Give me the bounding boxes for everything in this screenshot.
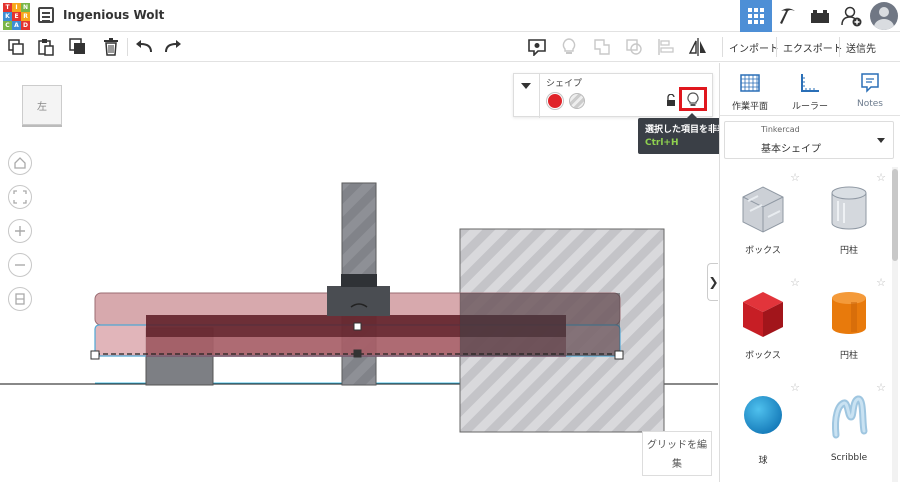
favorite-star-icon[interactable]: ☆: [790, 381, 800, 394]
tab-notes-label: Notes: [857, 99, 883, 109]
grid-view-icon[interactable]: [740, 0, 772, 32]
chevron-down-icon: [877, 138, 885, 143]
lock-icon[interactable]: [666, 93, 676, 109]
center-handle: [353, 349, 362, 358]
zoom-in-icon[interactable]: [8, 219, 32, 243]
shape-red-box[interactable]: ☆ ボックス: [720, 272, 806, 382]
logo-letter: A: [12, 21, 21, 30]
align-icon[interactable]: [656, 37, 676, 57]
transparent-box-icon: [742, 186, 784, 233]
tab-workplane-label: 作業平面: [731, 102, 768, 112]
copy-icon[interactable]: [6, 37, 26, 57]
shape-name: ボックス: [745, 351, 781, 361]
blue-sphere-icon: [744, 396, 782, 434]
pickaxe-icon[interactable]: [772, 0, 804, 32]
logo-letter: I: [12, 3, 21, 12]
tab-workplane[interactable]: 作業平面: [720, 63, 780, 115]
inspector-title: シェイプ: [546, 79, 583, 89]
shape-orange-cylinder[interactable]: ☆ 円柱: [806, 272, 892, 382]
mirror-icon[interactable]: [688, 37, 708, 57]
panel-tabs: 作業平面 ルーラー Notes: [720, 63, 900, 116]
library-category: Tinkercad: [761, 125, 800, 134]
logo-letter: R: [21, 12, 30, 21]
favorite-star-icon[interactable]: ☆: [790, 171, 800, 184]
shape-name: 円柱: [839, 246, 858, 256]
logo-letter: K: [3, 12, 12, 21]
workplane-canvas[interactable]: 左 グリッドを編集 ❯: [0, 63, 718, 482]
resize-handle-left: [90, 350, 100, 360]
transparent-cylinder-icon: [831, 186, 867, 230]
lightbulb-icon[interactable]: [559, 37, 579, 57]
scribble-icon: [832, 395, 868, 439]
library-value: 基本シェイプ: [761, 144, 821, 155]
overlap-shade: [460, 293, 620, 356]
shape-scribble[interactable]: ☆ Scribble: [806, 377, 892, 482]
delete-icon[interactable]: [101, 37, 121, 57]
lightbulb-icon: [687, 91, 699, 106]
collapse-inspector-icon[interactable]: [521, 83, 531, 89]
undo-icon[interactable]: [134, 37, 154, 57]
tab-ruler-label: ルーラー: [791, 102, 828, 112]
rotate-handle-cap: [341, 274, 377, 287]
send-to-button[interactable]: 送信先: [839, 37, 882, 57]
tab-notes[interactable]: Notes: [840, 63, 900, 115]
ungroup-icon[interactable]: [624, 37, 644, 57]
view-cube[interactable]: 左: [22, 85, 62, 125]
notes-icon: [861, 73, 879, 93]
top-header: TINKERCAD Ingenious Wolt: [0, 0, 900, 32]
avatar[interactable]: [870, 2, 898, 30]
tinkercad-logo[interactable]: TINKERCAD: [3, 3, 30, 30]
height-handle: [353, 322, 362, 331]
design-list-icon[interactable]: [38, 7, 54, 23]
logo-letter: D: [21, 21, 30, 30]
shapes-panel: 作業平面 ルーラー Notes Tinkercad 基本シェイプ ☆ ボックス: [719, 63, 900, 482]
logo-letter: C: [3, 21, 12, 30]
shape-transparent-cylinder[interactable]: ☆ 円柱: [806, 167, 892, 277]
solid-color-swatch[interactable]: [547, 93, 563, 109]
edit-toolbar: インポート エクスポート 送信先: [0, 32, 900, 62]
home-icon[interactable]: [8, 151, 32, 175]
logo-letter: E: [12, 12, 21, 21]
red-box-icon: [743, 292, 783, 337]
favorite-star-icon[interactable]: ☆: [876, 171, 886, 184]
design-title[interactable]: Ingenious Wolt: [63, 8, 164, 22]
fit-view-icon[interactable]: [8, 185, 32, 209]
zoom-out-icon[interactable]: [8, 253, 32, 277]
add-user-icon[interactable]: [836, 0, 868, 32]
orange-cylinder-icon: [832, 292, 866, 334]
export-button[interactable]: エクスポート: [776, 37, 849, 57]
notes-balloon-icon[interactable]: [527, 37, 547, 57]
lego-brick-icon[interactable]: [804, 0, 836, 32]
tab-ruler[interactable]: ルーラー: [780, 63, 840, 115]
favorite-star-icon[interactable]: ☆: [790, 276, 800, 289]
paste-icon[interactable]: [36, 37, 56, 57]
shape-name: Scribble: [830, 453, 868, 463]
perspective-icon[interactable]: [8, 287, 32, 311]
redo-icon[interactable]: [163, 37, 183, 57]
duplicate-icon[interactable]: [68, 37, 88, 57]
shape-blue-sphere[interactable]: ☆ 球: [720, 377, 806, 482]
favorite-star-icon[interactable]: ☆: [876, 381, 886, 394]
scroll-thumb[interactable]: [892, 169, 898, 261]
collapse-panel-button[interactable]: ❯: [707, 263, 718, 301]
shape-name: ボックス: [745, 246, 781, 256]
logo-letter: N: [21, 3, 30, 12]
scene-view[interactable]: [0, 63, 718, 482]
rotate-handle-block: [327, 286, 390, 316]
ruler-icon: [801, 74, 819, 92]
favorite-star-icon[interactable]: ☆: [876, 276, 886, 289]
resize-handle-right: [614, 350, 624, 360]
panel-scrollbar[interactable]: [892, 167, 898, 482]
logo-letter: T: [3, 3, 12, 12]
workplane-icon: [740, 74, 760, 92]
group-icon[interactable]: [592, 37, 612, 57]
header-right-actions: [740, 0, 900, 32]
hole-swatch[interactable]: [569, 93, 585, 109]
edit-grid-button[interactable]: グリッドを編集: [642, 431, 712, 476]
hide-selection-button[interactable]: [679, 87, 707, 111]
shape-name: 円柱: [839, 351, 858, 361]
shape-name: 球: [758, 456, 768, 466]
shape-transparent-box[interactable]: ☆ ボックス: [720, 167, 806, 277]
shape-library-select[interactable]: Tinkercad 基本シェイプ: [724, 121, 894, 159]
